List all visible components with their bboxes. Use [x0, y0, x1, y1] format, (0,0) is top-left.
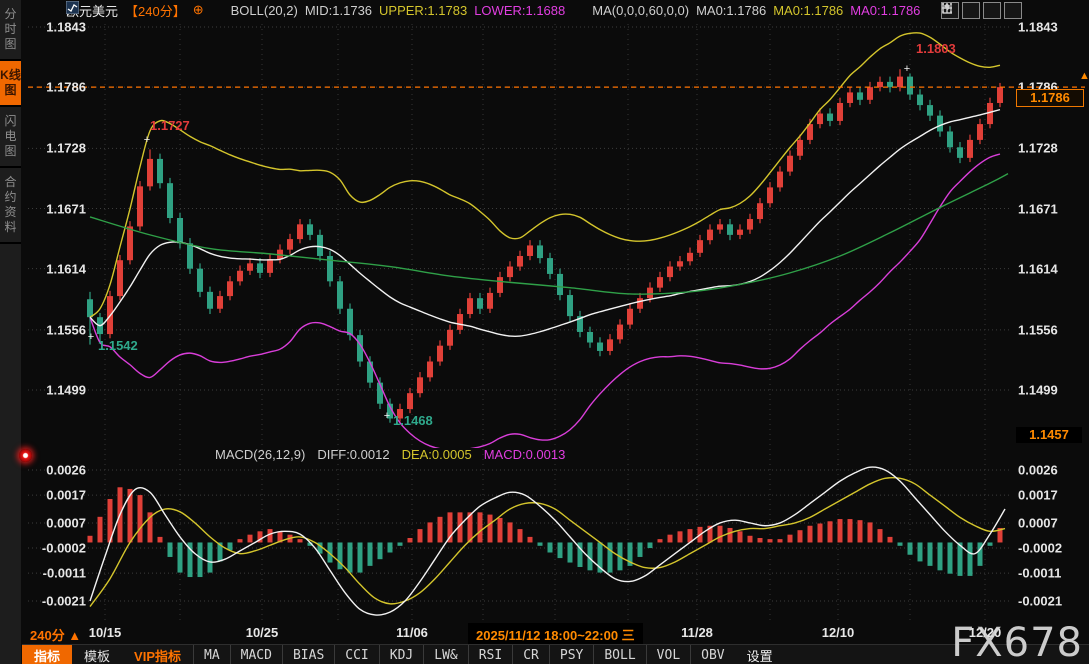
macd-macd-value: MACD:0.0013	[484, 447, 566, 462]
indicator-button-MA[interactable]: MA	[193, 645, 230, 664]
swing-cross-marker: +	[88, 331, 94, 343]
macd-name: MACD(26,12,9)	[215, 447, 305, 462]
current-price-box: 1.1786	[1016, 89, 1084, 107]
price-up-arrow-icon: ▲	[1079, 70, 1089, 82]
macd-axis-label: -0.0011	[30, 566, 86, 581]
x-axis: 240分 ▲ 10/1510/2511/0611/2812/1012/20 20…	[22, 623, 1089, 644]
macd-axis-label: -0.0021	[30, 594, 86, 609]
macd-header: MACD(26,12,9) DIFF:0.0012 DEA:0.0005 MAC…	[215, 447, 565, 462]
price-axis-label: 1.1556	[1018, 322, 1084, 337]
ma0-yellow-value: MA0:1.1786	[773, 3, 843, 18]
watermark: FX678	[951, 620, 1083, 664]
boll-label: BOLL(20,2)	[231, 3, 298, 18]
macd-axis-label: -0.0021	[1018, 594, 1084, 609]
macd-axis-label: 0.0017	[1018, 488, 1084, 503]
price-axis-label: 1.1728	[30, 141, 86, 156]
boll-lower-value: LOWER:1.1688	[474, 3, 565, 18]
macd-axis-label: -0.0002	[30, 541, 86, 556]
indicator-button-CCI[interactable]: CCI	[334, 645, 378, 664]
toolbar-tab-模板[interactable]: 模板	[72, 645, 122, 664]
indicator-button-LW&[interactable]: LW&	[423, 645, 467, 664]
indicator-button-RSI[interactable]: RSI	[468, 645, 512, 664]
crosshair-date-label: 2025/11/12 18:00~22:00 三	[468, 623, 643, 646]
period-switch[interactable]: 240分 ▲	[30, 625, 81, 644]
sidebar-tab-K线图[interactable]: K线图	[0, 61, 21, 107]
boll-upper-value: UPPER:1.1783	[379, 3, 467, 18]
swing-cross-marker: +	[384, 410, 390, 422]
pan-right-icon[interactable]	[1004, 2, 1022, 19]
swing-high-label: 1.1727	[150, 118, 190, 133]
toolbar-tab-VIP指标[interactable]: VIP指标	[122, 645, 193, 664]
ma-label: MA(0,0,0,60,0,0)	[592, 3, 689, 18]
price-axis-label: 1.1614	[1018, 261, 1084, 276]
indicator-button-BOLL[interactable]: BOLL	[593, 645, 645, 664]
toolbar-tab-指标[interactable]: 指标	[22, 645, 72, 664]
macd-axis-label: 0.0017	[30, 488, 86, 503]
macd-axis-label: 0.0007	[30, 515, 86, 530]
boll-indicator-icon[interactable]	[211, 4, 224, 17]
sidebar-tab-合约资料[interactable]: 合约资料	[0, 168, 21, 244]
ma-indicator-icon[interactable]	[572, 4, 585, 17]
indicator-button-VOL[interactable]: VOL	[646, 645, 690, 664]
zoom-in-icon[interactable]	[983, 2, 1001, 19]
price-axis-label: 1.1728	[1018, 141, 1084, 156]
sidebar: 分时图K线图闪电图合约资料	[0, 0, 21, 664]
sidebar-tab-闪电图[interactable]: 闪电图	[0, 107, 21, 168]
price-axis-label: 1.1556	[30, 322, 86, 337]
ma0-magenta-value: MA0:1.1786	[850, 3, 920, 18]
swing-low-label: 1.1468	[393, 413, 433, 428]
price-axis-label: 1.1843	[1018, 20, 1084, 35]
swing-cross-marker: +	[904, 63, 910, 75]
macd-axis-label: 0.0007	[1018, 515, 1084, 530]
macd-axis-label: 0.0026	[30, 463, 86, 478]
indicator-button-CR[interactable]: CR	[512, 645, 549, 664]
indicator-button-MACD[interactable]: MACD	[230, 645, 282, 664]
price-axis-label: 1.1843	[30, 20, 86, 35]
price-axis-label: 1.1499	[1018, 383, 1084, 398]
macd-dea-value: DEA:0.0005	[402, 447, 472, 462]
chart-header: 欧元美元 【240分】 ⊕ BOLL(20,2) MID:1.1736 UPPE…	[66, 1, 920, 19]
sidebar-tab-分时图[interactable]: 分时图	[0, 0, 21, 61]
indicator-button-OBV[interactable]: OBV	[690, 645, 734, 664]
crosshair-price-label: 1.1457	[1016, 427, 1082, 443]
indicator-toolbar: 指标模板VIP指标MAMACDBIASCCIKDJLW&RSICRPSYBOLL…	[22, 644, 1089, 664]
ma0-white-value: MA0:1.1786	[696, 3, 766, 18]
swing-low-label: 1.1542	[98, 338, 138, 353]
x-axis-label: 11/06	[396, 625, 428, 640]
boll-mid-value: MID:1.1736	[305, 3, 372, 18]
macd-axis-label: -0.0002	[1018, 541, 1084, 556]
macd-axis-label: 0.0026	[1018, 463, 1084, 478]
macd-diff-value: DIFF:0.0012	[317, 447, 389, 462]
price-axis-label: 1.1614	[30, 261, 86, 276]
trading-app-window: 分时图K线图闪电图合约资料 欧元美元 【240分】 ⊕ BOLL(20,2) M…	[0, 0, 1089, 664]
indicator-button-BIAS[interactable]: BIAS	[282, 645, 334, 664]
alert-icon[interactable]	[19, 449, 32, 462]
macd-axis-label: -0.0011	[1018, 566, 1084, 581]
kline-chart-canvas[interactable]	[0, 0, 1089, 664]
x-axis-label: 10/25	[246, 625, 279, 640]
chart-toolbar	[941, 2, 1022, 19]
swing-cross-marker: +	[144, 134, 150, 146]
indicator-button-PSY[interactable]: PSY	[549, 645, 593, 664]
x-axis-label: 10/15	[89, 625, 122, 640]
price-axis-label: 1.1671	[1018, 201, 1084, 216]
price-axis-label: 1.1786	[30, 80, 86, 95]
x-axis-label: 12/10	[822, 625, 855, 640]
x-axis-label: 11/28	[681, 625, 713, 640]
add-indicator-icon[interactable]: ⊕	[193, 2, 204, 18]
period-label[interactable]: 【240分】	[125, 1, 186, 20]
price-axis-label: 1.1671	[30, 201, 86, 216]
settings-button[interactable]: 设置	[735, 645, 785, 664]
indicator-button-KDJ[interactable]: KDJ	[379, 645, 423, 664]
price-axis-label: 1.1499	[30, 383, 86, 398]
swing-high-label: 1.1803	[916, 41, 956, 56]
zoom-out-icon[interactable]	[962, 2, 980, 19]
